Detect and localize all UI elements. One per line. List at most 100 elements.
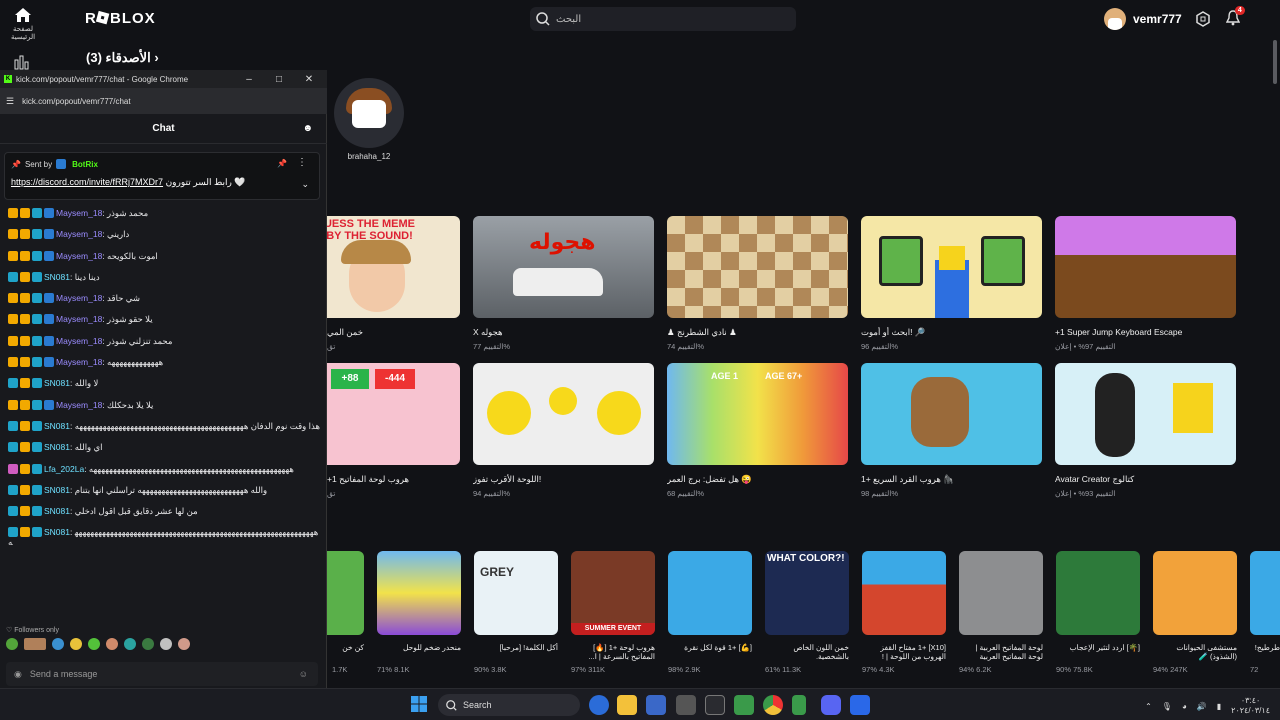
chat-message[interactable]: SN081: اي والله [8, 442, 320, 453]
friend-name[interactable]: brahaha_12 [348, 152, 391, 161]
app-icon[interactable] [850, 695, 870, 715]
chat-message[interactable]: Maysem_18: داريني [8, 229, 320, 240]
game-thumbnail[interactable]: هجوله [473, 216, 654, 318]
volume-icon[interactable]: 🔊 [1197, 702, 1207, 711]
game-card[interactable]: Avatar Creator كتالوج التقييم 93% • إعلا… [1055, 363, 1236, 498]
chat-message[interactable]: SN081: ههههههههههههههههههههههههههههههههه… [8, 527, 320, 547]
chat-username[interactable]: SN081 [44, 442, 70, 452]
emoji-picker-icon[interactable]: ☺ [299, 669, 308, 679]
game-thumbnail[interactable] [861, 363, 1042, 465]
game-thumbnail[interactable] [1055, 363, 1236, 465]
game-card[interactable]: GREY أكل الكلمة! [مرحبا] 90% 3.8K [474, 551, 558, 674]
game-card[interactable]: مستشفى الحيوانات (الشذوذ) 🧪 94% 247K [1153, 551, 1237, 674]
game-card[interactable]: [X10] +1 مفتاح القفز الهروب من اللوحة | … [862, 551, 946, 674]
page-scrollbar[interactable] [1273, 40, 1277, 84]
chat-username[interactable]: Maysem_18 [56, 314, 102, 324]
close-button[interactable]: ✕ [294, 70, 324, 88]
clock[interactable]: ٠٣:٤٠ ٢٠٢٤/٠٣/١٤ [1231, 696, 1270, 716]
user-menu[interactable]: vemr777 4 [1104, 5, 1245, 30]
chat-message[interactable]: Lfa_202La: ههههههههههههههههههههههههههههه… [8, 463, 320, 474]
emote-icon[interactable] [142, 638, 154, 650]
emote-icon[interactable] [178, 638, 190, 650]
game-card[interactable]: ♟ نادي الشطرنج ♟ التقييم 74% [667, 216, 848, 351]
emote-icon[interactable] [106, 638, 118, 650]
friend-avatar[interactable] [334, 78, 404, 148]
game-card[interactable]: ابحث أو أموت! 🔎 التقييم 96% [861, 216, 1042, 351]
chat-username[interactable]: Maysem_18 [56, 400, 102, 410]
game-thumbnail[interactable] [667, 216, 848, 318]
chat-username[interactable]: Maysem_18 [56, 336, 102, 346]
network-icon[interactable]: ◕ [1182, 702, 1187, 711]
chat-message[interactable]: Maysem_18: محمد تنزلني شوذر [8, 335, 320, 346]
game-card[interactable]: +1 Super Jump Keyboard Escape التقييم 97… [1055, 216, 1236, 351]
app-icon[interactable] [734, 695, 754, 715]
chat-settings-icon[interactable]: ◉ [14, 669, 22, 680]
github-icon[interactable] [705, 695, 725, 715]
chat-username[interactable]: Maysem_18 [56, 293, 102, 303]
chrome-icon[interactable] [763, 695, 783, 715]
game-card[interactable]: اللوحة الأقرب تفوز! التقييم 94% [473, 363, 654, 498]
emote-icon[interactable] [70, 638, 82, 650]
microphone-icon[interactable]: 🎙 [1162, 702, 1172, 711]
maximize-button[interactable]: □ [264, 70, 294, 88]
emote-icon[interactable] [52, 638, 64, 650]
edge-icon[interactable] [589, 695, 609, 715]
game-thumbnail[interactable]: AGE 1 AGE 67+ [667, 363, 848, 465]
chat-username[interactable]: SN081 [44, 421, 70, 431]
chat-message[interactable]: SN081: هذا وقت نوم الدفان هههههههههههههه… [8, 420, 320, 431]
game-card[interactable]: هجوله X هجوله التقييم 77% [473, 216, 654, 351]
emote-icon[interactable] [6, 638, 18, 650]
app-icon[interactable] [792, 695, 806, 715]
game-card[interactable]: هروب القرد السريع +1 🦍 التقييم 98% [861, 363, 1042, 498]
username[interactable]: vemr777 [1133, 12, 1182, 26]
chat-message[interactable]: Maysem_18: هههههههههههههه [8, 357, 320, 368]
store-icon[interactable] [646, 695, 666, 715]
game-card[interactable]: WHAT COLOR?! خمن اللون الخاص بالشخصية. 61%… [765, 551, 849, 674]
site-info-icon[interactable]: ☰ [6, 96, 14, 107]
file-explorer-icon[interactable] [617, 695, 637, 715]
notifications-button[interactable]: 4 [1225, 5, 1245, 29]
search-input[interactable]: البحث [530, 7, 796, 31]
game-thumbnail[interactable] [861, 216, 1042, 318]
discord-icon[interactable] [821, 695, 841, 715]
user-settings-icon[interactable]: ☻ [302, 123, 313, 134]
chat-username[interactable]: Lfa_202La [44, 464, 84, 474]
roblox-logo[interactable]: R BLOX [85, 10, 159, 31]
pinned-user[interactable]: BotRix [72, 160, 98, 169]
minimize-button[interactable]: – [234, 70, 264, 88]
game-card[interactable]: [💪] +1 قوة لكل نقرة 98% 2.9K [668, 551, 752, 674]
taskbar-search[interactable]: Search [438, 694, 580, 716]
chat-message-input[interactable]: ◉ Send a message ☺ [6, 662, 318, 686]
emote-icon[interactable] [160, 638, 172, 650]
url-text[interactable]: kick.com/popout/vemr777/chat [22, 97, 131, 106]
chat-message[interactable]: Maysem_18: شي حاقد [8, 293, 320, 304]
chat-username[interactable]: Maysem_18 [56, 357, 102, 367]
chat-message[interactable]: SN081: والله ههههههههههههههههههههههههههه… [8, 484, 320, 495]
chat-username[interactable]: SN081 [44, 506, 70, 516]
chat-username[interactable]: SN081 [44, 527, 70, 537]
friend-tile[interactable]: brahaha_12 [333, 78, 405, 161]
chat-username[interactable]: Maysem_18 [56, 208, 102, 218]
friends-heading[interactable]: الأصدقاء (3) › [86, 50, 159, 66]
emote-bar[interactable] [6, 638, 190, 650]
chat-username[interactable]: SN081 [44, 378, 70, 388]
chat-message[interactable]: Maysem_18: يلا حقو شوذر [8, 314, 320, 325]
battery-icon[interactable]: ▮ [1217, 702, 1221, 711]
chat-username[interactable]: Maysem_18 [56, 229, 102, 239]
game-card[interactable]: [🌴] اردد لتثير الإعجاب 90% 75.8K [1056, 551, 1140, 674]
home-nav[interactable]: لصفحة الرئيسية [8, 8, 38, 41]
game-card[interactable]: منحدر ضخم للوحل 71% 8.1K [377, 551, 461, 674]
chat-username[interactable]: Maysem_18 [56, 251, 102, 261]
address-bar[interactable]: ☰ kick.com/popout/vemr777/chat [0, 88, 327, 114]
chat-message[interactable]: Maysem_18: اموت بالكويحه [8, 250, 320, 261]
robux-icon[interactable] [1195, 11, 1211, 27]
chat-message[interactable]: SN081: دينا دينا [8, 271, 320, 282]
game-card[interactable]: لوحة المفاتيح العربية | لوحة المفاتيح ال… [959, 551, 1043, 674]
game-card[interactable]: طرطيج! 72 [1250, 551, 1280, 674]
game-card[interactable]: SUMMER EVENT هروب لوحة +1 [🔥] المفاتيح با… [571, 551, 655, 674]
more-options-icon[interactable]: ⋮ [297, 157, 307, 168]
chat-message[interactable]: SN081: من لها عشر دقايق قبل اقول ادخلي [8, 506, 320, 517]
chevron-down-icon[interactable]: ⌄ [301, 179, 309, 190]
pinned-link[interactable]: https://discord.com/invite/fRRj7MXDr7 [11, 177, 163, 187]
chat-message[interactable]: SN081: لا والله [8, 378, 320, 389]
